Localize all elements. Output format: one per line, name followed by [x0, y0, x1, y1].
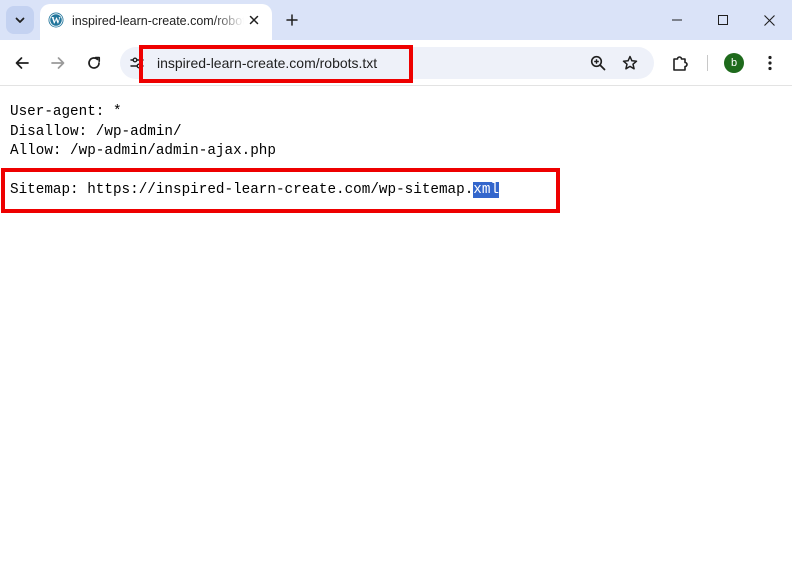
forward-button[interactable]	[44, 49, 72, 77]
minimize-button[interactable]	[654, 0, 700, 40]
plus-icon	[286, 14, 298, 26]
tab-strip: W inspired-learn-create.com/robots.txt	[0, 0, 792, 40]
toolbar-divider	[707, 55, 708, 71]
bookmark-button[interactable]	[618, 51, 642, 75]
tab-search-button[interactable]	[6, 6, 34, 34]
maximize-button[interactable]	[700, 0, 746, 40]
sitemap-highlight-box	[1, 168, 560, 213]
window-close-button[interactable]	[746, 0, 792, 40]
star-icon	[622, 55, 638, 70]
zoom-button[interactable]	[586, 51, 610, 75]
minimize-icon	[672, 19, 682, 21]
robots-line-allow: Allow: /wp-admin/admin-ajax.php	[10, 143, 276, 159]
tab-close-button[interactable]	[246, 12, 262, 28]
arrow-left-icon	[15, 57, 29, 69]
chevron-down-icon	[15, 17, 25, 23]
robots-line-user-agent: User-agent: *	[10, 104, 122, 120]
reload-icon	[88, 56, 101, 69]
tab-title: inspired-learn-create.com/robots.txt	[72, 14, 244, 28]
profile-avatar[interactable]: b	[724, 53, 744, 73]
back-button[interactable]	[8, 49, 36, 77]
new-tab-button[interactable]	[280, 8, 304, 32]
wordpress-icon: W	[48, 12, 64, 28]
extensions-button[interactable]	[667, 50, 693, 76]
close-icon	[249, 15, 259, 25]
puzzle-piece-icon	[673, 56, 688, 71]
active-tab[interactable]: W inspired-learn-create.com/robots.txt	[40, 4, 272, 40]
more-vertical-icon	[768, 55, 772, 71]
arrow-right-icon	[51, 57, 65, 69]
maximize-icon	[718, 15, 728, 25]
menu-button[interactable]	[758, 50, 782, 76]
robots-line-disallow: Disallow: /wp-admin/	[10, 123, 182, 140]
close-icon	[763, 14, 775, 26]
zoom-in-icon	[590, 55, 606, 71]
svg-text:W: W	[51, 16, 61, 26]
reload-button[interactable]	[80, 49, 108, 77]
url-highlight-box	[139, 45, 413, 83]
